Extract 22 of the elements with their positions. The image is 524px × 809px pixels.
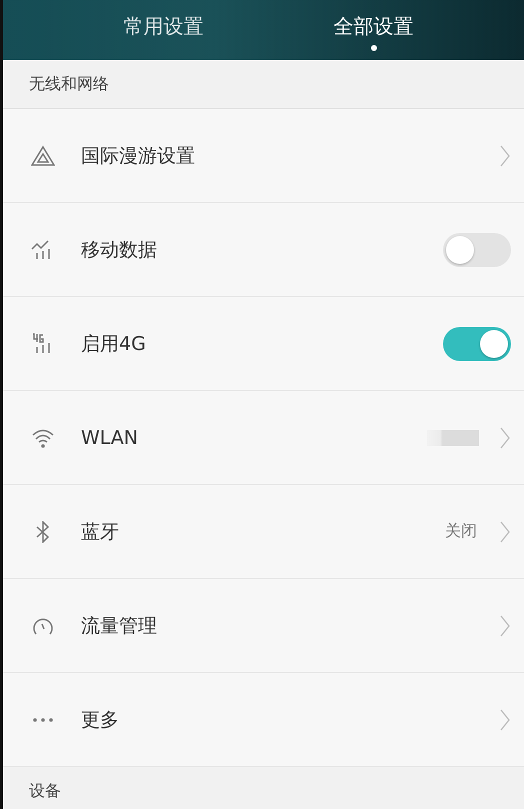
row-label: 蓝牙 (81, 520, 120, 544)
chevron-icon (499, 614, 511, 636)
toggle-switch[interactable] (443, 232, 511, 266)
triangle-icon (31, 144, 55, 166)
tab[interactable]: 全部设置 (314, 0, 434, 60)
toggle-switch[interactable] (443, 326, 511, 360)
more-icon (33, 718, 53, 722)
wifi-icon (31, 426, 55, 448)
row-label: 流量管理 (81, 614, 158, 638)
chevron-icon (499, 426, 511, 448)
row-label: 启用4G (81, 332, 147, 356)
row-value: 关闭 (445, 521, 477, 542)
row-label: WLAN (81, 426, 140, 448)
row-label: 更多 (81, 708, 120, 732)
row-label: 国际漫游设置 (81, 144, 196, 168)
chevron-icon (499, 520, 511, 542)
chevron-icon (499, 144, 511, 166)
row-label: 移动数据 (81, 238, 158, 262)
section-title: 无线和网络 (29, 74, 109, 94)
tab[interactable]: 常用设置 (104, 0, 224, 60)
section-title: 设备 (29, 780, 61, 802)
chevron-icon (499, 708, 511, 730)
